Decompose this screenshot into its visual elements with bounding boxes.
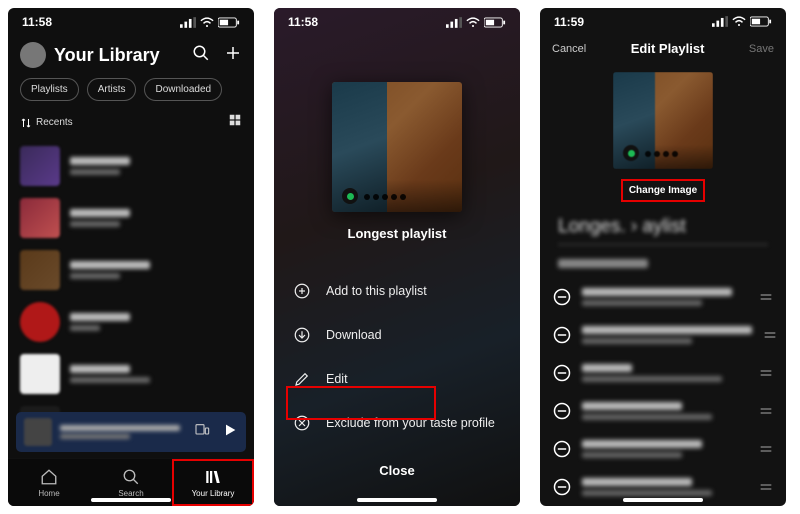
menu-label: Download (326, 328, 382, 342)
remove-icon[interactable] (552, 477, 572, 497)
track-list[interactable] (540, 278, 786, 506)
drag-handle-icon[interactable] (758, 441, 774, 457)
status-indicators (446, 17, 506, 28)
list-item[interactable] (8, 244, 254, 296)
wifi-icon (732, 16, 746, 27)
remove-icon[interactable] (552, 363, 572, 383)
sort-button[interactable]: Recents (20, 117, 73, 129)
signal-icon (446, 17, 462, 28)
tab-library[interactable]: Your Library (172, 459, 254, 506)
search-icon (122, 468, 140, 486)
remove-icon[interactable] (552, 401, 572, 421)
search-icon[interactable] (192, 44, 210, 67)
change-image-button[interactable]: Change Image (621, 179, 705, 202)
library-icon (204, 468, 222, 486)
tab-home[interactable]: Home (8, 459, 90, 506)
list-item[interactable] (8, 296, 254, 348)
screen-library: 11:58 Your Library Playlists Artists Dow… (8, 8, 254, 506)
wifi-icon (466, 17, 480, 28)
remove-icon[interactable] (552, 325, 572, 345)
play-icon[interactable] (222, 422, 238, 443)
playlist-cover (332, 82, 462, 212)
drag-handle-icon[interactable] (762, 327, 778, 343)
list-item[interactable] (8, 192, 254, 244)
track-row[interactable] (552, 354, 774, 392)
home-icon (40, 468, 58, 486)
now-playing-bar[interactable] (16, 412, 246, 452)
save-button[interactable]: Save (749, 43, 774, 55)
cancel-button[interactable]: Cancel (552, 43, 586, 55)
list-item[interactable] (8, 400, 254, 412)
screen-edit-playlist: 11:59 Cancel Edit Playlist Save Change I… (540, 8, 786, 506)
menu-label: Add to this playlist (326, 284, 427, 298)
battery-icon (484, 17, 506, 28)
grid-toggle-icon[interactable] (228, 113, 242, 132)
playlist-cover[interactable] (613, 72, 713, 169)
status-indicators (712, 16, 772, 27)
battery-icon (218, 17, 240, 28)
track-row[interactable] (552, 430, 774, 468)
tab-label: Your Library (192, 489, 235, 498)
now-playing-text (60, 425, 186, 439)
list-item[interactable] (8, 140, 254, 192)
filter-chips: Playlists Artists Downloaded (8, 78, 254, 111)
playlist-name: Longest playlist (348, 226, 447, 241)
remove-icon[interactable] (552, 287, 572, 307)
wifi-icon (200, 17, 214, 28)
library-header: Your Library (8, 36, 254, 78)
sort-row: Recents (8, 111, 254, 140)
devices-icon[interactable] (194, 422, 214, 443)
drag-handle-icon[interactable] (758, 479, 774, 495)
nav-title: Edit Playlist (631, 41, 705, 56)
remove-icon[interactable] (552, 439, 572, 459)
drag-handle-icon[interactable] (758, 365, 774, 381)
chip-playlists[interactable]: Playlists (20, 78, 79, 101)
playlist-title-input[interactable]: Longes. › aylist (558, 216, 768, 245)
chip-downloaded[interactable]: Downloaded (144, 78, 222, 101)
page-title: Your Library (54, 45, 184, 66)
home-indicator (357, 498, 437, 502)
list-item[interactable] (8, 348, 254, 400)
track-row[interactable] (552, 392, 774, 430)
annotation-highlight (286, 386, 436, 420)
menu-add-to-playlist[interactable]: Add to this playlist (292, 269, 502, 313)
sort-label: Recents (36, 117, 73, 128)
battery-icon (750, 16, 772, 27)
chip-artists[interactable]: Artists (87, 78, 137, 101)
status-time: 11:58 (288, 15, 318, 29)
screen-playlist-menu: 11:58 Longest playlist Add to this playl… (274, 8, 520, 506)
status-time: 11:58 (22, 15, 52, 29)
home-indicator (623, 498, 703, 502)
drag-handle-icon[interactable] (758, 403, 774, 419)
sort-icon (20, 117, 32, 129)
tab-label: Search (118, 489, 143, 498)
close-button[interactable]: Close (379, 445, 414, 484)
now-playing-art (24, 418, 52, 446)
avatar[interactable] (20, 42, 46, 68)
playlist-description-input[interactable] (558, 259, 648, 268)
add-icon[interactable] (224, 44, 242, 67)
status-indicators (180, 17, 240, 28)
status-time: 11:59 (554, 15, 584, 29)
home-indicator (91, 498, 171, 502)
menu-label: Edit (326, 372, 348, 386)
library-list[interactable] (8, 140, 254, 412)
signal-icon (712, 16, 728, 27)
menu-download[interactable]: Download (292, 313, 502, 357)
track-row[interactable] (552, 278, 774, 316)
track-row[interactable] (552, 316, 774, 354)
tab-label: Home (38, 489, 59, 498)
signal-icon (180, 17, 196, 28)
status-bar: 11:58 (274, 8, 520, 36)
status-bar: 11:59 (540, 8, 786, 35)
status-bar: 11:58 (8, 8, 254, 36)
nav-bar: Cancel Edit Playlist Save (540, 35, 786, 66)
plus-circle-icon (292, 282, 312, 300)
drag-handle-icon[interactable] (758, 289, 774, 305)
download-icon (292, 326, 312, 344)
